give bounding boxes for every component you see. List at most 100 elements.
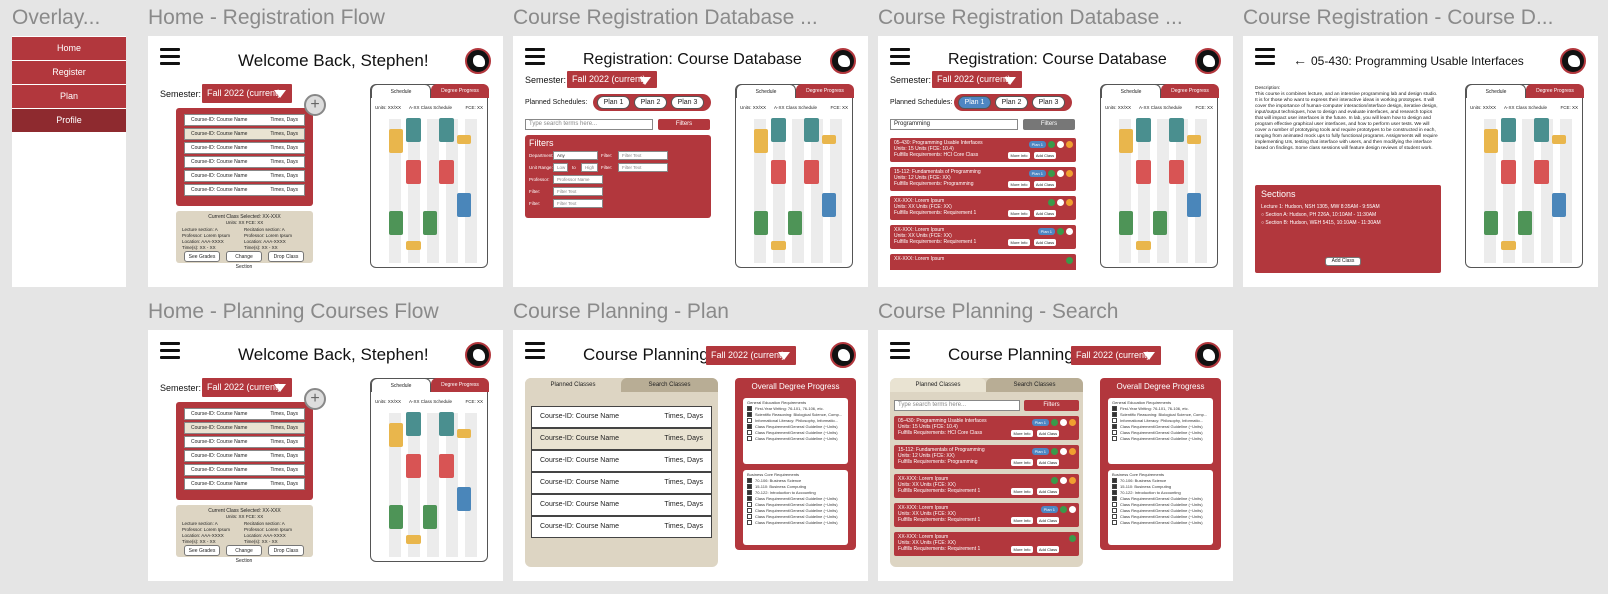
- logo-icon[interactable]: [830, 48, 856, 74]
- table-row[interactable]: Course-ID: Course Name Times, Days: [531, 450, 712, 472]
- plan-1-button[interactable]: Plan 1: [597, 96, 630, 109]
- filter-input[interactable]: Filter Text: [618, 163, 668, 172]
- check-icon[interactable]: [1057, 228, 1064, 235]
- table-row[interactable]: Course-ID: Course Name Times, Days: [531, 494, 712, 516]
- tab-schedule[interactable]: Schedule: [371, 84, 431, 98]
- add-class-button[interactable]: Add Class: [1034, 239, 1056, 246]
- schedule-block[interactable]: [406, 160, 421, 184]
- overlay-item-home[interactable]: Home: [12, 37, 126, 60]
- schedule-block[interactable]: [1552, 193, 1566, 217]
- more-info-button[interactable]: More Info: [1008, 210, 1030, 217]
- schedule-block[interactable]: [771, 118, 786, 142]
- heart-icon[interactable]: [1057, 141, 1064, 148]
- schedule-block[interactable]: [1552, 135, 1566, 144]
- see-grades-button[interactable]: See Grades: [184, 251, 220, 262]
- tab-degree-progress[interactable]: Degree Progress: [1526, 84, 1584, 98]
- plan-2-button[interactable]: Plan 2: [995, 96, 1028, 109]
- logo-icon[interactable]: [465, 48, 491, 74]
- schedule-block[interactable]: [439, 412, 454, 436]
- course-row[interactable]: Course-ID: Course Name Times, Days: [184, 170, 305, 182]
- schedule-block[interactable]: [1534, 160, 1549, 184]
- course-row[interactable]: Course-ID: Course Name Times, Days: [184, 156, 305, 168]
- tab-planned-classes[interactable]: Planned Classes: [525, 378, 621, 392]
- logo-icon[interactable]: [1195, 48, 1221, 74]
- schedule-block[interactable]: [439, 160, 454, 184]
- course-row[interactable]: Course-ID: Course Name Times, Days: [184, 478, 305, 490]
- change-section-button[interactable]: Change Section: [226, 545, 262, 564]
- schedule-block[interactable]: [406, 454, 421, 478]
- schedule-block[interactable]: [406, 118, 421, 142]
- schedule-block[interactable]: [771, 241, 786, 250]
- drop-class-button[interactable]: Drop Class: [268, 545, 304, 556]
- semester-select[interactable]: Fall 2022 (current): [932, 71, 1022, 88]
- more-info-button[interactable]: More Info: [1011, 488, 1033, 495]
- result-card[interactable]: 05-430: Programming Usable Interfaces Uni…: [890, 138, 1076, 162]
- plan-3-button[interactable]: Plan 3: [1032, 96, 1065, 109]
- star-icon[interactable]: [1066, 170, 1073, 177]
- filters-button[interactable]: Filters: [1023, 119, 1075, 130]
- tab-search-classes[interactable]: Search Classes: [986, 378, 1083, 392]
- hamburger-menu-icon[interactable]: [160, 342, 180, 360]
- schedule-block[interactable]: [406, 535, 421, 544]
- result-card[interactable]: XX-XXX: Lorem Ipsum Units: XX Units (FCE:…: [894, 532, 1079, 556]
- hamburger-menu-icon[interactable]: [160, 48, 180, 66]
- schedule-block[interactable]: [1187, 135, 1201, 144]
- result-card[interactable]: 15-112: Fundamentals of Programming Units…: [894, 445, 1079, 469]
- table-row[interactable]: Course-ID: Course Name Times, Days: [531, 516, 712, 538]
- course-row[interactable]: Course-ID: Course Name Times, Days: [184, 114, 305, 126]
- schedule-block[interactable]: [1501, 160, 1516, 184]
- section-a-radio[interactable]: ○ Section A: Hudson, PH 226A, 10:10AM - …: [1261, 211, 1376, 219]
- table-row[interactable]: Course-ID: Course Name Times, Days: [531, 472, 712, 494]
- schedule-block[interactable]: [1169, 118, 1184, 142]
- overlay-item-register[interactable]: Register: [12, 61, 126, 84]
- schedule-block[interactable]: [423, 211, 437, 235]
- plan-1-button[interactable]: Plan 1: [958, 96, 991, 109]
- overlay-item-plan[interactable]: Plan: [12, 85, 126, 108]
- hamburger-menu-icon[interactable]: [890, 342, 910, 360]
- add-class-button[interactable]: Add Class: [1037, 546, 1059, 553]
- add-course-plus-icon[interactable]: +: [304, 94, 326, 116]
- hamburger-menu-icon[interactable]: [1255, 48, 1275, 66]
- schedule-block[interactable]: [406, 241, 421, 250]
- search-input[interactable]: Type search terms here...: [525, 119, 653, 130]
- star-icon[interactable]: [1066, 199, 1073, 206]
- heart-icon[interactable]: [1060, 477, 1067, 484]
- star-icon[interactable]: [1069, 477, 1076, 484]
- schedule-block[interactable]: [1119, 211, 1133, 235]
- add-course-plus-icon[interactable]: +: [304, 388, 326, 410]
- add-class-button[interactable]: Add Class: [1037, 459, 1059, 466]
- schedule-block[interactable]: [754, 129, 768, 153]
- course-row[interactable]: Course-ID: Course Name Times, Days: [184, 464, 305, 476]
- schedule-block[interactable]: [804, 160, 819, 184]
- logo-icon[interactable]: [465, 342, 491, 368]
- star-icon[interactable]: [1066, 141, 1073, 148]
- tab-degree-progress[interactable]: Degree Progress: [796, 84, 854, 98]
- add-class-button[interactable]: Add Class: [1034, 181, 1056, 188]
- filters-button[interactable]: Filters: [658, 119, 710, 130]
- heart-icon[interactable]: [1057, 199, 1064, 206]
- semester-select[interactable]: Fall 2022 (current): [706, 346, 796, 365]
- tab-schedule[interactable]: Schedule: [736, 84, 796, 98]
- result-card[interactable]: 15-112: Fundamentals of Programming Units…: [890, 167, 1076, 191]
- more-info-button[interactable]: More Info: [1008, 239, 1030, 246]
- course-row[interactable]: Course-ID: Course Name Times, Days: [184, 422, 305, 434]
- table-row[interactable]: Course-ID: Course Name Times, Days: [531, 428, 712, 450]
- logo-icon[interactable]: [830, 342, 856, 368]
- schedule-block[interactable]: [423, 505, 437, 529]
- semester-select[interactable]: Fall 2022 (current): [202, 84, 292, 103]
- course-row[interactable]: Course-ID: Course Name Times, Days: [184, 142, 305, 154]
- schedule-block[interactable]: [1119, 129, 1133, 153]
- tab-schedule[interactable]: Schedule: [1101, 84, 1161, 98]
- schedule-block[interactable]: [1501, 118, 1516, 142]
- course-row[interactable]: Course-ID: Course Name Times, Days: [184, 450, 305, 462]
- more-info-button[interactable]: More Info: [1011, 459, 1033, 466]
- logo-icon[interactable]: [1195, 342, 1221, 368]
- schedule-block[interactable]: [1136, 160, 1151, 184]
- tab-degree-progress[interactable]: Degree Progress: [1161, 84, 1219, 98]
- schedule-block[interactable]: [1187, 193, 1201, 217]
- schedule-block[interactable]: [1136, 118, 1151, 142]
- heart-icon[interactable]: [1066, 228, 1073, 235]
- more-info-button[interactable]: More Info: [1008, 181, 1030, 188]
- course-row[interactable]: Course-ID: Course Name Times, Days: [184, 408, 305, 420]
- schedule-block[interactable]: [457, 193, 471, 217]
